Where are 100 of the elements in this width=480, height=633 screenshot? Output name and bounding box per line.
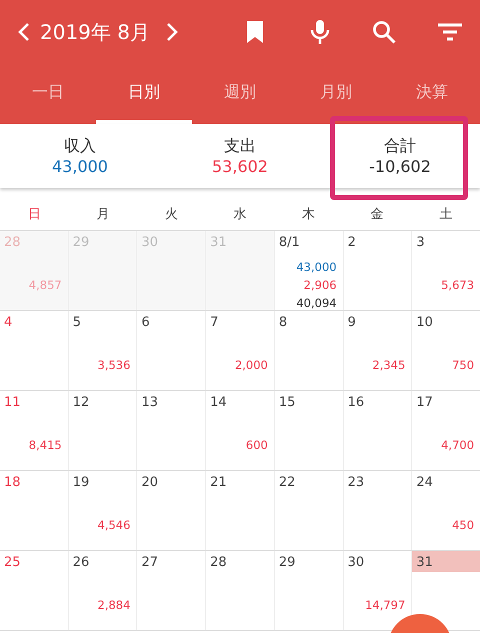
- calendar-day-cell[interactable]: 8: [274, 311, 344, 390]
- calendar-day-cell[interactable]: 18: [0, 471, 69, 550]
- calendar-day-cell[interactable]: 14 600: [206, 391, 275, 470]
- day-number: 27: [140, 554, 159, 572]
- day-number: 30: [140, 234, 159, 252]
- day-number: 29: [72, 234, 90, 252]
- day-number: 24: [415, 474, 434, 492]
- calendar-day-cell[interactable]: 11 8,415: [0, 391, 69, 470]
- expense-amount: 450: [452, 518, 474, 532]
- balance-amount: 40,094: [296, 296, 337, 310]
- weekday-label: 木: [301, 206, 316, 224]
- day-number: 11: [3, 394, 22, 412]
- calendar-day-cell[interactable]: 13: [137, 391, 206, 470]
- calendar-day-cell[interactable]: 17 4,700: [412, 391, 480, 470]
- day-number: 16: [346, 394, 366, 412]
- calendar-day-cell[interactable]: 19 4,546: [68, 471, 138, 550]
- day-number: 22: [278, 474, 296, 492]
- day-number: 12: [72, 394, 90, 412]
- day-number: 15: [278, 394, 296, 412]
- chevron-left-icon[interactable]: [18, 22, 30, 42]
- calendar-day-cell[interactable]: 5 3,536: [68, 311, 138, 390]
- summary-label: 支出: [224, 136, 256, 157]
- weekday-label: 水: [232, 206, 248, 224]
- day-number: 25: [3, 554, 22, 572]
- day-number: 21: [209, 474, 228, 492]
- weekday-label: 日: [26, 206, 42, 224]
- day-number: 19: [72, 474, 90, 492]
- calendar-day-cell[interactable]: 26 2,884: [68, 551, 138, 630]
- weekday-label: 金: [370, 206, 385, 224]
- calendar-day-cell[interactable]: 15: [274, 391, 344, 470]
- day-number: 2: [346, 234, 357, 252]
- calendar-day-cell[interactable]: 16: [344, 391, 412, 470]
- weekday-label: 月: [95, 206, 110, 224]
- expense-amount: 750: [452, 358, 474, 372]
- calendar-day-cell[interactable]: 3 5,673: [412, 231, 480, 310]
- summary-amount: 53,602: [212, 157, 268, 176]
- month-title: 2019年 8月: [40, 18, 150, 46]
- tab[interactable]: 日別: [96, 64, 192, 124]
- calendar-day-cell[interactable]: 27: [137, 551, 206, 630]
- calendar-day-cell[interactable]: 12: [68, 391, 138, 470]
- chevron-right-icon[interactable]: [166, 22, 178, 42]
- expense-amount: 2,000: [234, 358, 268, 372]
- expense-amount: 2,884: [98, 598, 130, 612]
- bookmark-icon[interactable]: [246, 20, 264, 44]
- calendar-day-cell[interactable]: 20: [137, 471, 206, 550]
- expense-amount: 4,546: [98, 518, 130, 532]
- search-icon[interactable]: [372, 20, 396, 44]
- calendar-day-cell[interactable]: 25: [0, 551, 69, 630]
- day-number: 28: [3, 234, 22, 252]
- calendar-day-cell[interactable]: 22: [274, 471, 344, 550]
- day-number: 17: [415, 394, 434, 412]
- expense-amount: 600: [246, 438, 268, 452]
- expense-amount: 4,700: [441, 438, 474, 452]
- calendar-day-cell[interactable]: 4: [0, 311, 69, 390]
- calendar-day-cell[interactable]: 2: [344, 231, 412, 310]
- calendar-day-cell[interactable]: 24 450: [412, 471, 480, 550]
- day-number: 18: [3, 474, 22, 492]
- day-number: 6: [140, 314, 151, 332]
- day-number: 14: [209, 394, 228, 412]
- day-number: 3: [415, 234, 426, 252]
- calendar-day-cell[interactable]: 28: [206, 551, 275, 630]
- weekday-label: 土: [438, 206, 454, 224]
- weekday-label: 火: [164, 206, 179, 224]
- summary-amount: -10,602: [369, 157, 431, 176]
- day-number: 31: [412, 551, 480, 572]
- day-number: 31: [209, 234, 228, 252]
- summary-label: 合計: [384, 136, 416, 157]
- calendar-day-cell[interactable]: 29: [274, 551, 344, 630]
- day-number: 26: [72, 554, 90, 572]
- microphone-icon[interactable]: [310, 19, 330, 45]
- day-number: 8: [278, 314, 288, 332]
- income-amount: 43,000: [296, 260, 337, 274]
- day-number: 30: [346, 554, 366, 572]
- expense-amount: 8,415: [28, 438, 62, 452]
- day-number: 28: [209, 554, 228, 572]
- summary-amount: 43,000: [52, 157, 108, 176]
- summary-label: 収入: [64, 136, 96, 157]
- day-number: 10: [415, 314, 434, 332]
- expense-amount: 4,857: [28, 278, 62, 292]
- calendar-day-cell[interactable]: 23: [344, 471, 412, 550]
- calendar-day-cell[interactable]: 8/1 43,000 2,906 40,094: [274, 231, 344, 310]
- day-number: 7: [209, 314, 220, 332]
- day-number: 29: [278, 554, 296, 572]
- day-number: 4: [3, 314, 14, 332]
- day-number: 20: [140, 474, 159, 492]
- day-number: 9: [346, 314, 357, 332]
- expense-amount: 2,906: [304, 278, 337, 292]
- calendar-day-cell[interactable]: 7 2,000: [206, 311, 275, 390]
- calendar-day-cell[interactable]: 6: [137, 311, 206, 390]
- day-number: 5: [72, 314, 82, 332]
- day-number: 13: [140, 394, 159, 412]
- expense-amount: 3,536: [98, 358, 130, 372]
- day-number: 8/1: [278, 234, 301, 252]
- calendar-day-cell[interactable]: 9 2,345: [344, 311, 412, 390]
- calendar-day-cell[interactable]: 10 750: [412, 311, 480, 390]
- expense-amount: 14,797: [365, 598, 406, 612]
- calendar-day-cell[interactable]: 21: [206, 471, 275, 550]
- expense-amount: 5,673: [441, 278, 474, 292]
- filter-icon[interactable]: [438, 23, 462, 41]
- day-number: 23: [346, 474, 366, 492]
